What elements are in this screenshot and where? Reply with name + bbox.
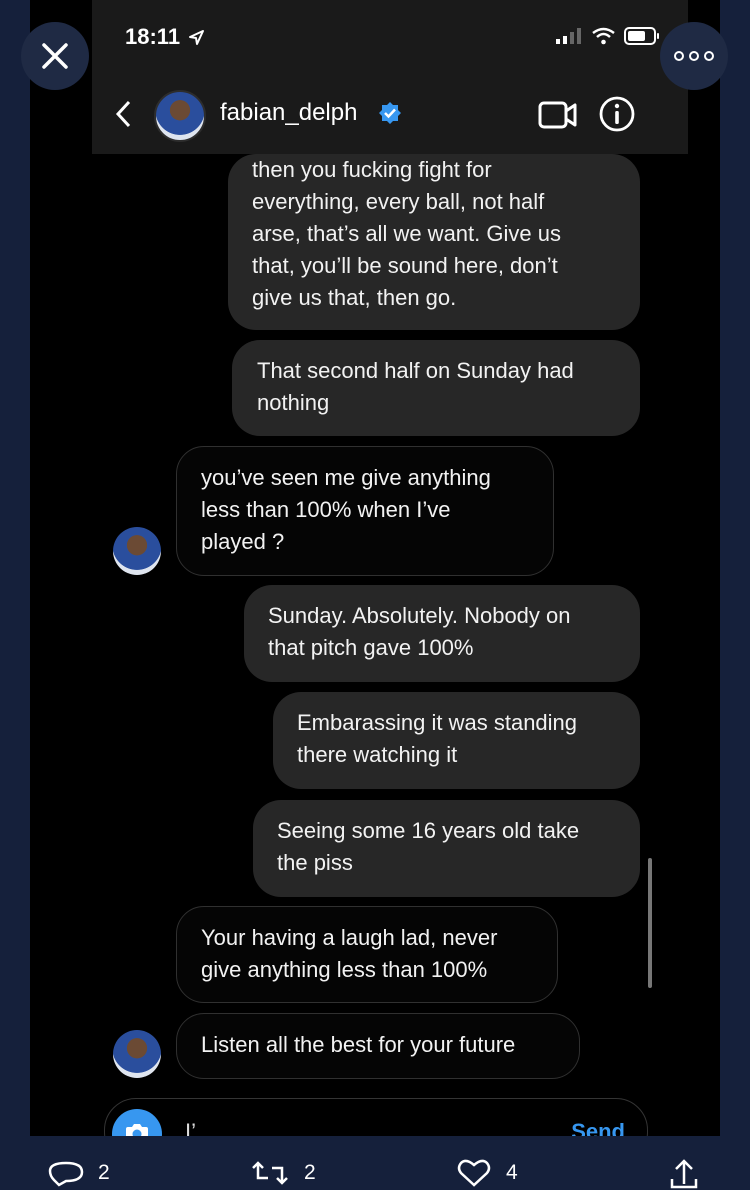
message-line: Your having a laugh lad, never <box>201 925 498 950</box>
message-line: arse, that’s all we want. Give us <box>252 221 561 246</box>
message-outgoing: Sunday. Absolutely. Nobody on that pitch… <box>244 585 640 682</box>
message-line: everything, every ball, not half <box>252 189 545 214</box>
instagram-screenshot: 18:11 fabian_delph then you fucking figh… <box>30 0 720 1136</box>
message-incoming: Your having a laugh lad, never give anyt… <box>176 906 558 1003</box>
reply-icon <box>48 1161 84 1187</box>
message-line: then you fucking fight for <box>252 157 492 182</box>
video-camera-icon[interactable] <box>538 98 578 132</box>
status-icons <box>555 26 660 46</box>
more-options-icon <box>674 51 714 61</box>
message-input[interactable]: I’ <box>185 1119 196 1136</box>
retweet-icon <box>252 1161 288 1185</box>
share-action[interactable] <box>668 1158 700 1190</box>
camera-button[interactable] <box>112 1109 162 1136</box>
message-line: played ? <box>201 529 285 554</box>
more-dot <box>689 51 699 61</box>
message-incoming: you’ve seen me give anything less than 1… <box>176 446 554 576</box>
message-outgoing: Seeing some 16 years old take the piss <box>253 800 640 897</box>
message-line: Sunday. Absolutely. Nobody on <box>268 603 571 628</box>
camera-icon <box>126 1124 148 1136</box>
message-line: give anything less than 100% <box>201 957 488 982</box>
reply-action[interactable]: 2 <box>48 1158 110 1188</box>
close-button[interactable] <box>21 22 89 90</box>
more-options-button[interactable] <box>660 22 728 90</box>
profile-username[interactable]: fabian_delph <box>220 99 357 127</box>
location-arrow-icon <box>189 30 204 45</box>
status-time: 18:11 <box>125 24 181 49</box>
info-icon[interactable] <box>598 95 636 133</box>
message-line: Embarassing it was standing <box>297 710 578 735</box>
share-icon <box>670 1159 698 1189</box>
message-line: Seeing some 16 years old take <box>277 818 580 843</box>
message-incoming: Listen all the best for your future <box>176 1013 580 1079</box>
message-line: nothing <box>257 390 330 415</box>
send-button[interactable]: Send <box>571 1119 625 1136</box>
battery-icon <box>624 27 659 45</box>
profile-avatar[interactable] <box>154 90 206 142</box>
message-avatar[interactable] <box>113 1030 161 1078</box>
scroll-indicator[interactable] <box>648 858 652 988</box>
message-outgoing: Embarassing it was standing there watchi… <box>273 692 640 789</box>
message-line: That second half on Sunday had <box>257 358 574 383</box>
phone-status-bar: 18:11 <box>92 0 688 78</box>
message-line: that, you’ll be sound here, don’t <box>252 253 558 278</box>
message-line: there watching it <box>297 742 458 767</box>
message-line: less than 100% when I’ve <box>201 497 451 522</box>
like-count: 4 <box>506 1161 518 1184</box>
message-avatar[interactable] <box>113 527 161 575</box>
message-line: you’ve seen me give anything <box>201 465 491 490</box>
reply-count: 2 <box>98 1161 110 1184</box>
back-button[interactable] <box>108 96 138 132</box>
heart-icon <box>457 1159 491 1187</box>
wifi-icon <box>592 27 615 45</box>
message-line: the piss <box>277 850 353 875</box>
verified-badge-icon <box>379 102 401 124</box>
more-dot <box>674 51 684 61</box>
message-line: give us that, then go. <box>252 285 457 310</box>
retweet-count: 2 <box>304 1161 316 1184</box>
message-outgoing: then you fucking fight for everything, e… <box>228 154 640 330</box>
chevron-left-icon <box>115 100 131 128</box>
message-line: Listen all the best for your future <box>201 1032 516 1057</box>
close-icon <box>42 43 68 69</box>
more-dot <box>704 51 714 61</box>
message-outgoing: That second half on Sunday had nothing <box>232 340 640 436</box>
message-composer[interactable]: I’ Send <box>104 1098 648 1136</box>
like-action[interactable]: 4 <box>456 1158 518 1188</box>
chat-header: fabian_delph <box>92 78 688 154</box>
retweet-action[interactable]: 2 <box>250 1158 316 1188</box>
message-line: that pitch gave 100% <box>268 635 474 660</box>
cellular-signal-icon <box>556 28 581 44</box>
